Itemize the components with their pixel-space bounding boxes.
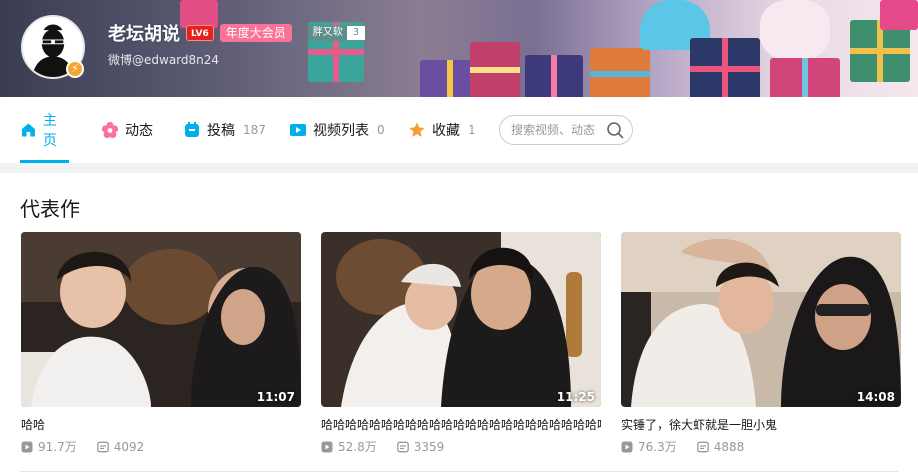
section-title: 代表作 <box>20 197 80 221</box>
playlist-icon <box>290 124 306 136</box>
video-thumbnail-image <box>21 232 301 407</box>
search-input[interactable] <box>511 123 607 137</box>
video-title[interactable]: 哈哈 <box>21 416 301 433</box>
danmaku-icon <box>396 441 409 452</box>
username[interactable]: 老坛胡说 <box>108 20 180 46</box>
video-duration: 14:08 <box>856 390 895 404</box>
banner-gift-art <box>470 42 520 97</box>
upload-icon <box>185 122 199 137</box>
banner-gift-art <box>525 55 583 97</box>
tab-uploads[interactable]: 投稿 187 <box>183 97 266 163</box>
video-thumbnail-image <box>321 232 601 407</box>
play-count-value: 76.3万 <box>638 440 677 454</box>
play-count-icon <box>321 441 333 452</box>
play-count-value: 91.7万 <box>38 440 77 454</box>
video-thumbnail[interactable]: 11:25 <box>321 232 601 407</box>
banner-gift-art <box>590 48 650 97</box>
name-row: 老坛胡说 LV6 年度大会员 胖又软 3 <box>108 20 367 46</box>
video-play-count: 76.3万 <box>621 438 677 455</box>
vip-badge[interactable]: 年度大会员 <box>219 24 292 42</box>
level-badge: LV6 <box>186 25 214 41</box>
banner-gift-art <box>690 38 760 97</box>
space-search-box <box>499 115 633 145</box>
tab-dynamic-label: 动态 <box>125 123 153 139</box>
video-duration: 11:25 <box>556 390 595 404</box>
video-title[interactable]: 实锤了，徐大虾就是一胆小鬼 <box>621 416 901 433</box>
verified-badge-icon: ⚡ <box>66 60 84 78</box>
tab-home[interactable]: 主页 <box>20 97 69 163</box>
video-stats: 91.7万 4092 <box>21 438 301 455</box>
profile-banner: ⚡ 老坛胡说 LV6 年度大会员 胖又软 3 微博@edward8n24 <box>0 0 918 97</box>
video-danmaku-count: 3359 <box>396 439 445 454</box>
play-count-icon <box>21 441 33 452</box>
video-duration: 11:07 <box>256 390 295 404</box>
user-signature: 微博@edward8n24 <box>108 53 220 67</box>
banner-gift-art <box>880 0 918 30</box>
fan-medal[interactable]: 胖又软 3 <box>307 25 367 41</box>
video-play-count: 52.8万 <box>321 438 377 455</box>
tab-uploads-label: 投稿 <box>207 123 235 139</box>
section-divider <box>20 471 898 472</box>
tab-uploads-count: 187 <box>243 123 266 137</box>
danmaku-icon <box>696 441 709 452</box>
flower-icon <box>101 121 119 139</box>
tab-favorites[interactable]: 收藏 1 <box>408 97 476 163</box>
fan-medal-name: 胖又软 <box>308 26 347 40</box>
video-stats: 52.8万 3359 <box>321 438 601 455</box>
video-card[interactable]: 11:07 哈哈 91.7万 4092 <box>21 232 301 455</box>
fan-medal-level: 3 <box>346 26 366 40</box>
danmaku-count-value: 3359 <box>413 439 445 454</box>
tab-series-label: 视频列表 <box>313 123 369 139</box>
video-stats: 76.3万 4888 <box>621 438 901 455</box>
video-danmaku-count: 4092 <box>96 439 145 454</box>
play-count-icon <box>621 441 633 452</box>
search-icon[interactable] <box>606 121 624 139</box>
tab-dynamic[interactable]: 动态 <box>101 97 153 163</box>
tab-favorites-label: 收藏 <box>432 123 460 139</box>
video-thumbnail[interactable]: 14:08 <box>621 232 901 407</box>
video-play-count: 91.7万 <box>21 438 77 455</box>
video-title[interactable]: 哈哈哈哈哈哈哈哈哈哈哈哈哈哈哈哈哈哈哈哈哈哈哈哈 <box>321 416 601 433</box>
danmaku-count-value: 4888 <box>713 439 745 454</box>
play-count-value: 52.8万 <box>338 440 377 454</box>
video-danmaku-count: 4888 <box>696 439 745 454</box>
tab-series-count: 0 <box>377 123 385 137</box>
tab-series[interactable]: 视频列表 0 <box>289 97 385 163</box>
video-thumbnail-image <box>621 232 901 407</box>
banner-gift-art <box>760 0 830 60</box>
tab-favorites-count: 1 <box>468 123 476 137</box>
video-thumbnail[interactable]: 11:07 <box>21 232 301 407</box>
masterpiece-section: 代表作 11:07 哈哈 91.7万 4092 11:25 哈哈哈哈哈哈哈哈哈哈… <box>0 173 918 474</box>
tab-home-label: 主页 <box>42 113 57 149</box>
home-icon <box>21 123 35 137</box>
danmaku-count-value: 4092 <box>113 439 145 454</box>
banner-gift-art <box>770 58 840 97</box>
video-card[interactable]: 14:08 实锤了，徐大虾就是一胆小鬼 76.3万 4888 <box>621 232 901 455</box>
star-icon <box>409 122 425 137</box>
video-card[interactable]: 11:25 哈哈哈哈哈哈哈哈哈哈哈哈哈哈哈哈哈哈哈哈哈哈哈哈 52.8万 335… <box>321 232 601 455</box>
space-nav: 主页 动态 投稿 187 视频列表 0 收藏 1 <box>0 97 918 163</box>
danmaku-icon <box>96 441 109 452</box>
